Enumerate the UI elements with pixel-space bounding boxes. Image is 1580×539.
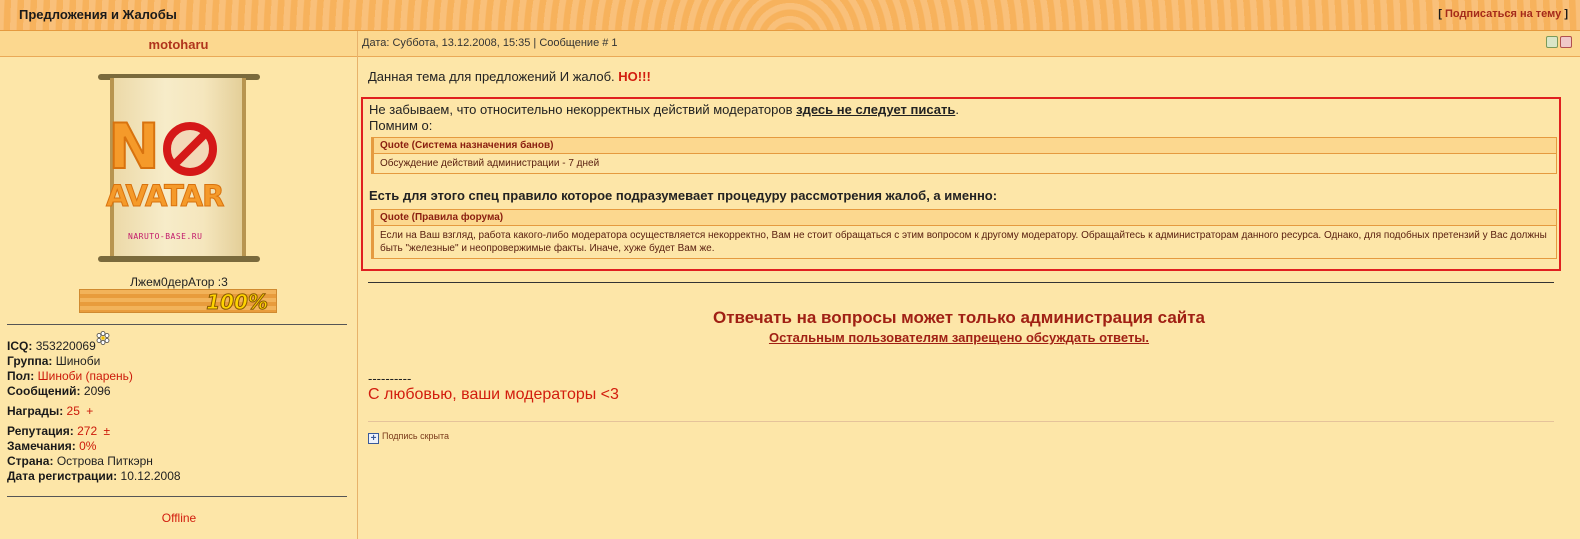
avatar-label: AVATAR: [105, 179, 224, 214]
icq-number: 353220069: [35, 339, 96, 353]
post-meta: Дата: Суббота, 13.12.2008, 15:35 | Сообщ…: [362, 37, 618, 49]
stat-awards: Награды: 25 +: [7, 404, 94, 418]
icq-flower-icon[interactable]: [96, 331, 110, 345]
avatar-letter: N: [107, 110, 161, 183]
stat-posts: Сообщений: 2096: [7, 384, 111, 398]
user-stats: ICQ: 353220069 Группа: Шиноби Пол: Шиноб…: [7, 331, 181, 484]
awards-plus-button[interactable]: +: [86, 404, 93, 418]
rules-box: Не забываем, что относительно некорректн…: [361, 97, 1561, 271]
rank-progress-label: 100%: [206, 290, 269, 315]
stat-reputation: Репутация: 272 ±: [7, 424, 111, 438]
online-status: Offline: [161, 511, 197, 525]
bracket-open: [: [1438, 8, 1442, 20]
announcement-title: Отвечать на вопросы может только админис…: [712, 308, 1206, 327]
stat-sex: Пол: Шиноби (парень): [7, 369, 133, 383]
signoff: С любовью, ваши модераторы <3: [368, 386, 619, 403]
divider: [7, 496, 347, 497]
thumbs-up-icon[interactable]: [1546, 36, 1558, 48]
username[interactable]: motoharu: [149, 37, 209, 52]
no-sign-icon: [163, 122, 217, 176]
scroll-rod-bottom: [98, 256, 260, 262]
awards-link[interactable]: 25: [67, 404, 80, 418]
username-bar: motoharu: [0, 31, 357, 57]
reputation-button[interactable]: ±: [103, 424, 110, 438]
rank-progress-bar: 100%: [79, 289, 277, 315]
stat-regdate: Дата регистрации: 10.12.2008: [7, 469, 181, 483]
rules-line-2: Помним о:: [369, 118, 433, 133]
post-body: Дата: Суббота, 13.12.2008, 15:35 | Сообщ…: [358, 31, 1580, 539]
topic-title: Предложения и Жалобы: [19, 7, 177, 22]
subscribe-area: [ Подписаться на тему ]: [1438, 8, 1568, 20]
post-intro: Данная тема для предложений И жалоб. НО!…: [368, 69, 651, 84]
stat-group: Группа: Шиноби: [7, 354, 101, 368]
divider: [7, 324, 347, 325]
stat-warnings: Замечания: 0%: [7, 439, 97, 453]
signature-separator: ----------: [368, 371, 412, 386]
user-rank: Лжем0дерАтор :3: [130, 275, 228, 289]
thumbs-down-icon[interactable]: [1560, 36, 1572, 48]
quote-forum-rules: Quote (Правила форума) Если на Ваш взгля…: [371, 209, 1557, 259]
rules-line-1: Не забываем, что относительно некорректн…: [369, 102, 959, 117]
quote-bans: Quote (Система назначения банов) Обсужде…: [371, 137, 1557, 174]
quote-title: Quote (Система назначения банов): [374, 138, 1556, 154]
topic-header: Предложения и Жалобы [ Подписаться на те…: [0, 0, 1580, 31]
intro-emphasis: НО!!!: [618, 69, 651, 84]
divider: [368, 421, 1554, 422]
divider: [368, 282, 1554, 283]
stat-icq: ICQ: 353220069: [7, 331, 181, 354]
reputation-link[interactable]: 272: [77, 424, 97, 438]
announcement-subtitle: Остальным пользователям запрещено обсужд…: [768, 330, 1150, 345]
expand-plus-icon[interactable]: +: [368, 433, 379, 444]
stat-country: Страна: Острова Питкэрн: [7, 454, 153, 468]
quote-body: Обсуждение действий администрации - 7 дн…: [380, 158, 600, 169]
avatar-site: NARUTO-BASE.RU: [128, 232, 203, 241]
quote-title: Quote (Правила форума): [374, 210, 1556, 226]
rating-controls: [1544, 36, 1572, 51]
rules-line-3: Есть для этого спец правило которое подр…: [369, 188, 998, 203]
signature-toggle[interactable]: + Подпись скрыта: [368, 431, 449, 444]
no-post-here-link: здесь не следует писать: [796, 102, 956, 117]
bracket-close: ]: [1564, 8, 1568, 20]
post-meta-bar: Дата: Суббота, 13.12.2008, 15:35 | Сообщ…: [358, 31, 1580, 57]
avatar: N AVATAR NARUTO-BASE.RU: [98, 74, 260, 262]
quote-body: Если на Ваш взгляд, работа какого-либо м…: [380, 230, 1547, 254]
user-panel: motoharu N AVATAR NARUTO-BASE.RU Лжем0де…: [0, 31, 358, 539]
subscribe-link[interactable]: Подписаться на тему: [1445, 8, 1561, 20]
